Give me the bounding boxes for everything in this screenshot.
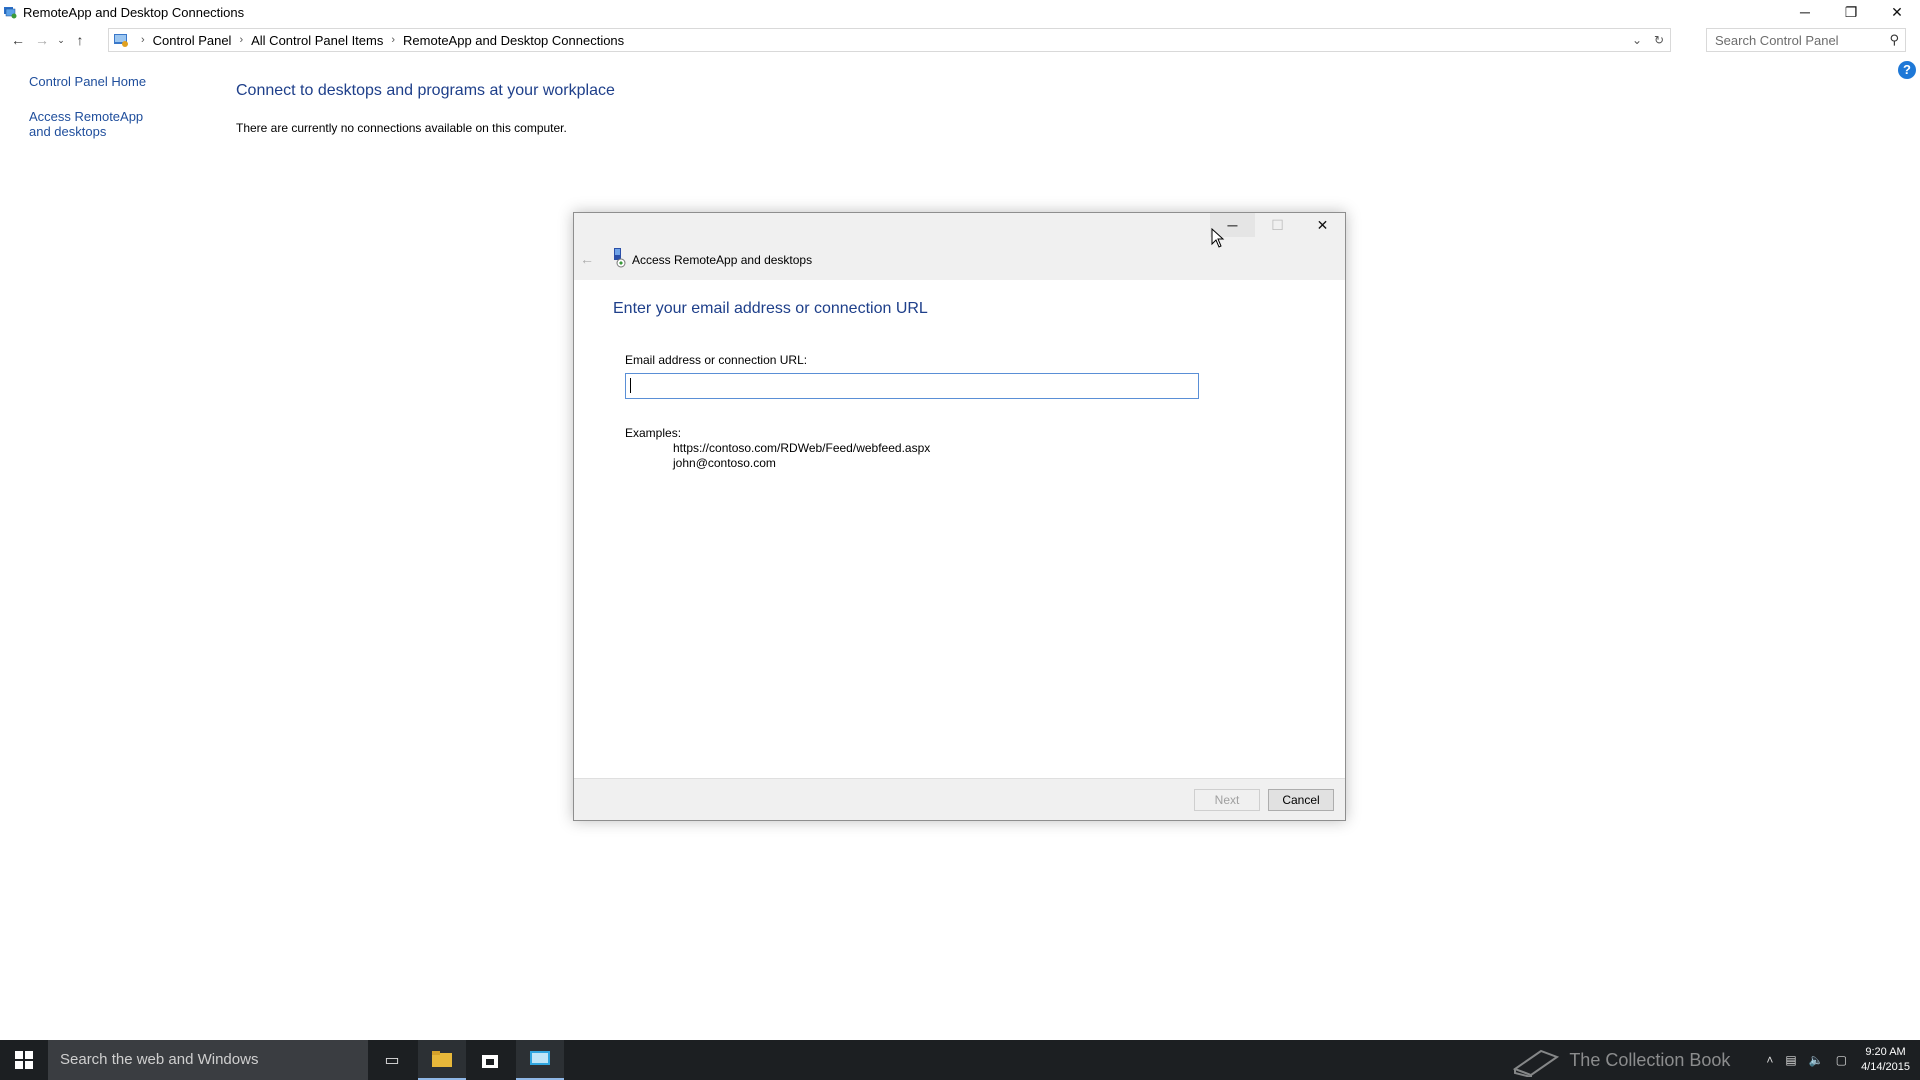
link-control-panel-home[interactable]: Control Panel Home [29, 74, 179, 89]
remote-desktop-icon[interactable] [516, 1040, 564, 1080]
mouse-cursor-icon [1211, 228, 1225, 248]
example-url: https://contoso.com/RDWeb/Feed/webfeed.a… [673, 441, 931, 455]
dialog-footer: Next Cancel [574, 778, 1345, 820]
no-connections-message: There are currently no connections avail… [236, 121, 567, 135]
search-control-panel-input[interactable]: Search Control Panel ⚲ [1706, 28, 1906, 52]
dialog-heading: Enter your email address or connection U… [613, 300, 928, 317]
dialog-maximize-button: ☐ [1271, 216, 1284, 233]
breadcrumb-separator-icon: › [141, 34, 145, 46]
recent-locations-chevron-icon[interactable]: ⌄ [54, 28, 68, 52]
close-button[interactable]: ✕ [1874, 0, 1920, 24]
taskbar: Search the web and Windows ▭ The Collect… [0, 1040, 1920, 1080]
breadcrumb-control-panel[interactable]: Control Panel [153, 33, 232, 48]
store-icon[interactable] [466, 1040, 514, 1080]
search-icon[interactable]: ⚲ [1889, 32, 1899, 48]
dialog-header: ─ ☐ ✕ ← Access RemoteApp and desktops [574, 213, 1345, 280]
dialog-window-controls: ─ ☐ ✕ [1210, 213, 1345, 237]
window-titlebar: RemoteApp and Desktop Connections ─ ❐ ✕ [0, 0, 1920, 24]
example-email: john@contoso.com [673, 456, 776, 470]
cancel-button[interactable]: Cancel [1268, 789, 1334, 811]
action-center-icon[interactable]: ▢ [1836, 1053, 1847, 1067]
window-title: RemoteApp and Desktop Connections [23, 4, 245, 20]
help-icon[interactable]: ? [1898, 61, 1916, 79]
task-view-icon[interactable]: ▭ [368, 1040, 416, 1080]
breadcrumb-separator-icon: › [391, 34, 396, 46]
refresh-icon[interactable]: ↻ [1648, 33, 1670, 47]
taskbar-search-box[interactable]: Search the web and Windows [48, 1040, 368, 1080]
watermark-text: The Collection Book [1569, 1049, 1731, 1070]
watermark-book-icon [1513, 1049, 1560, 1077]
remoteapp-icon [4, 7, 17, 19]
examples-label: Examples: [625, 426, 682, 440]
volume-icon[interactable]: 🔈 [1809, 1053, 1824, 1067]
clock-date: 4/14/2015 [1861, 1061, 1910, 1073]
address-dropdown-chevron-icon[interactable]: ⌄ [1626, 33, 1648, 47]
restore-button[interactable]: ❐ [1828, 0, 1874, 24]
dialog-back-arrow-icon[interactable]: ← [580, 251, 594, 267]
access-remoteapp-dialog: ─ ☐ ✕ ← Access RemoteApp and desktops En… [573, 212, 1346, 821]
control-panel-icon [114, 34, 128, 47]
minimize-button[interactable]: ─ [1782, 0, 1828, 24]
clock[interactable]: 9:20 AM 4/14/2015 [1861, 1045, 1910, 1075]
navigation-bar: ← → ⌄ ↑ › Control Panel › All Control Pa… [0, 28, 1920, 52]
start-button[interactable] [0, 1040, 48, 1080]
up-arrow-icon[interactable]: ↑ [68, 28, 92, 52]
dialog-title: Access RemoteApp and desktops [632, 253, 813, 267]
search-placeholder: Search Control Panel [1715, 32, 1839, 48]
breadcrumb-separator-icon: › [239, 34, 244, 46]
system-tray: The Collection Book ˄ ▤ 🔈 ▢ 9:20 AM 4/14… [1511, 1040, 1920, 1080]
address-bar[interactable]: › Control Panel › All Control Panel Item… [108, 28, 1671, 52]
network-icon[interactable]: ▤ [1785, 1053, 1796, 1067]
show-hidden-icons-chevron-icon[interactable]: ˄ [1766, 1053, 1773, 1067]
clock-time: 9:20 AM [1865, 1046, 1906, 1058]
link-access-remoteapp[interactable]: Access RemoteApp and desktops [29, 109, 164, 139]
back-arrow-icon[interactable]: ← [6, 28, 30, 52]
remoteapp-wizard-icon [614, 248, 626, 268]
breadcrumb-current[interactable]: RemoteApp and Desktop Connections [403, 33, 624, 48]
next-button[interactable]: Next [1194, 789, 1260, 811]
text-caret [630, 378, 631, 393]
file-explorer-icon[interactable] [418, 1040, 466, 1080]
forward-arrow-icon[interactable]: → [30, 28, 54, 52]
email-url-label: Email address or connection URL: [625, 353, 808, 367]
page-title: Connect to desktops and programs at your… [236, 82, 615, 99]
email-url-input[interactable] [625, 373, 1199, 399]
window-controls: ─ ❐ ✕ [1782, 0, 1920, 24]
dialog-close-button[interactable]: ✕ [1300, 213, 1345, 237]
windows-logo-icon [15, 1051, 33, 1069]
left-navigation: Control Panel Home Access RemoteApp and … [29, 74, 179, 159]
breadcrumb-all-items[interactable]: All Control Panel Items [251, 33, 383, 48]
